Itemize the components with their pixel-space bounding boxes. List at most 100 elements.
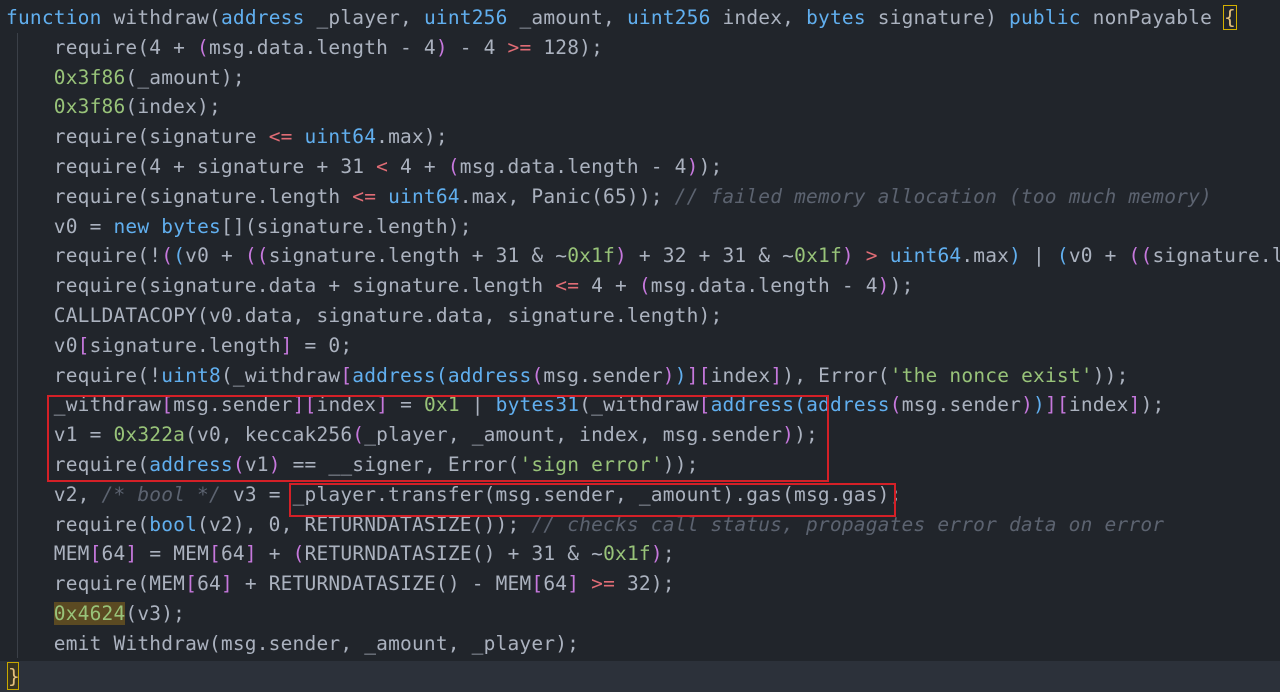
code-token: (	[292, 542, 305, 566]
code-token: 32);	[615, 572, 675, 596]
code-token: 64	[543, 572, 568, 596]
code-line: require(signature <= uint64.max);	[6, 122, 448, 152]
code-token: 64	[101, 542, 126, 566]
code-token: bytes	[806, 6, 866, 29]
code-token: MEM	[6, 542, 90, 566]
code-token: (v3);	[125, 602, 186, 625]
code-token: [	[1056, 393, 1069, 417]
code-token: ]	[244, 542, 257, 566]
code-token: ]	[280, 333, 293, 357]
code-token: require(4 +	[6, 35, 198, 59]
code-token: 0x3f86	[53, 65, 126, 89]
code-token: = MEM	[137, 542, 210, 566]
code-token: (	[1056, 244, 1069, 268]
code-token: index	[710, 363, 771, 387]
code-token: +	[256, 542, 293, 566]
code-token: (	[161, 244, 174, 268]
code-editor[interactable]: function withdraw(address _player, uint2…	[0, 0, 1280, 692]
code-token: )	[686, 155, 699, 178]
current-line-highlight	[0, 661, 1280, 692]
code-token: 64	[197, 572, 221, 596]
code-token: require(	[6, 512, 150, 536]
code-token: .max, Panic(65));	[459, 184, 675, 208]
code-token: (	[531, 363, 544, 387]
code-token: ]	[567, 572, 580, 596]
code-token: require(signature.data + signature.lengt…	[6, 274, 556, 298]
code-line: 0x4624(v3);	[6, 599, 185, 629]
code-token: [	[531, 572, 544, 596]
highlight-box-signature-check	[47, 395, 829, 482]
code-line: require(MEM[64] + RETURNDATASIZE() - MEM…	[6, 569, 675, 599]
code-token: require(signature.length	[6, 184, 353, 208]
code-token: v2,	[6, 482, 102, 506]
code-token: ((	[1128, 244, 1153, 268]
code-token: 4 +	[579, 274, 639, 298]
code-token: [](signature.length);	[220, 214, 472, 238]
code-token: 4 +	[388, 155, 448, 178]
code-token: )	[1033, 393, 1045, 417]
code-line: require(!((v0 + ((signature.length + 31 …	[6, 241, 1280, 271]
code-line: require(signature.data + signature.lengt…	[6, 271, 914, 301]
code-token: require(!	[6, 244, 162, 268]
code-token: uint64	[388, 184, 460, 208]
closing-brace-cursor[interactable]: }	[7, 662, 20, 690]
code-token: [	[89, 542, 102, 566]
code-token: ]	[1045, 393, 1057, 417]
code-token: (_withdraw	[220, 363, 341, 387]
code-token: [	[209, 542, 221, 566]
code-token: (_amount);	[125, 65, 245, 89]
code-token: (	[197, 35, 209, 59]
code-token: ), Error(	[782, 363, 890, 387]
code-token: v0 =	[6, 214, 114, 238]
code-token: msg.data.length - 4	[459, 155, 687, 178]
code-token: <=	[555, 274, 580, 298]
code-token: index,	[710, 6, 807, 29]
code-token: // failed memory allocation (too much me…	[674, 184, 1212, 208]
code-token: bool	[149, 512, 198, 536]
code-line: v0[signature.length] = 0;	[6, 331, 352, 361]
code-token: |	[1021, 244, 1057, 268]
code-line: require(!uint8(_withdraw[address(address…	[6, 361, 1129, 391]
code-token: emit Withdraw(msg.sender, _amount, _play…	[6, 631, 580, 655]
code-token: new	[113, 214, 150, 238]
code-token: bytes	[161, 214, 221, 238]
code-token: [	[698, 363, 711, 387]
code-token: + 32 + 31 & ~	[626, 244, 795, 268]
code-token: 'the nonce exist'	[889, 363, 1093, 387]
code-token: >=	[507, 35, 532, 59]
code-token: = 0;	[292, 333, 353, 357]
code-line: require(4 + (msg.data.length - 4) - 4 >=…	[6, 33, 603, 63]
code-token: )	[435, 35, 448, 59]
code-token: >	[865, 244, 878, 268]
code-token: index	[1068, 393, 1129, 417]
code-token: (	[447, 155, 460, 178]
code-token: uint256	[423, 6, 508, 29]
code-token: 0x3f86	[53, 95, 126, 119]
code-line: 0x3f86(_amount);	[6, 63, 245, 93]
highlight-box-transfer-call	[289, 483, 896, 517]
code-token: msg.sender	[901, 393, 1022, 417]
code-token: )	[877, 274, 890, 298]
code-token: /* bool */	[101, 482, 221, 506]
code-token: 0x1f	[567, 244, 615, 268]
code-token: + RETURNDATASIZE() - MEM	[232, 572, 532, 596]
code-token: (	[435, 363, 448, 387]
code-token: signature.length + 31 & ~	[268, 244, 568, 268]
code-token: signature)	[865, 6, 1010, 29]
code-token: address	[447, 363, 532, 387]
code-token: .max	[961, 244, 1010, 268]
code-token: msg.data.length - 4	[650, 274, 878, 298]
code-token: {	[1222, 5, 1237, 30]
code-token: 0x4624	[53, 602, 126, 625]
code-token: uint64	[889, 244, 962, 268]
code-token: <=	[352, 184, 377, 208]
code-token: require(signature	[6, 125, 269, 149]
code-token: .max);	[376, 125, 448, 149]
